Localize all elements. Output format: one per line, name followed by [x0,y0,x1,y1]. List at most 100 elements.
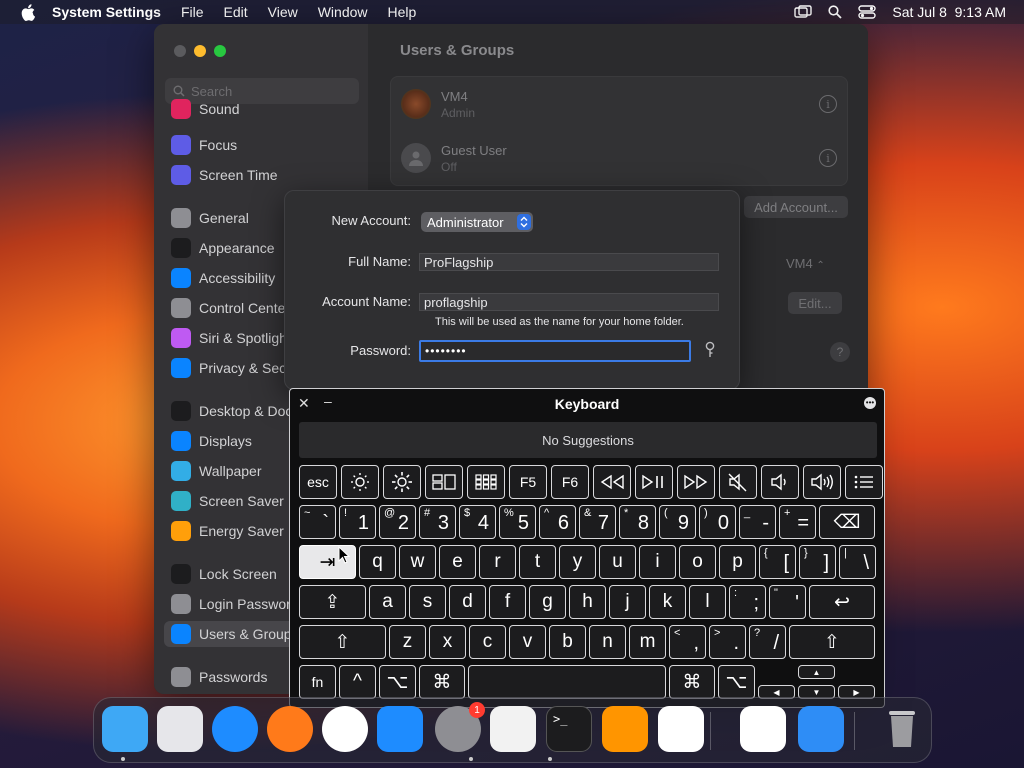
arrow-up-key[interactable]: ▲ [798,665,835,679]
right-command-key[interactable]: ⌘ [669,665,715,699]
key-9[interactable]: (9 [659,505,696,539]
key-2[interactable]: @2 [379,505,416,539]
edit-button[interactable]: Edit... [788,292,842,314]
textedit-icon[interactable] [490,706,536,752]
apple-menu-icon[interactable] [18,2,38,22]
menu-app-name[interactable]: System Settings [52,4,161,20]
key-h[interactable]: h [569,585,606,619]
key-7[interactable]: & 7 [579,505,616,539]
key-o[interactable]: o [679,545,716,579]
menu-file[interactable]: File [181,4,204,20]
weather-icon[interactable] [798,706,844,752]
key-c[interactable]: c [469,625,506,659]
help-button[interactable]: ? [830,342,850,362]
firefox-icon[interactable] [267,706,313,752]
finder-icon[interactable] [102,706,148,752]
play-pause-icon[interactable] [635,465,673,499]
key-sym-2[interactable]: ? / [749,625,786,659]
key-a[interactable]: a [369,585,406,619]
launchpad-icon[interactable] [467,465,505,499]
system-settings-icon[interactable]: 1 [435,702,485,752]
key-f5[interactable]: F5 [509,465,547,499]
space-bar[interactable] [468,665,666,699]
key-5[interactable]: % 5 [499,505,536,539]
control-key[interactable]: ^ [339,665,376,699]
key-y[interactable]: y [559,545,596,579]
key-punct-0[interactable]: :; [729,585,766,619]
mission-control-icon[interactable] [425,465,463,499]
info-icon[interactable]: i [819,149,837,167]
brightness-down-icon[interactable] [341,465,379,499]
account-name-field[interactable]: proflagship [419,293,719,311]
key-q[interactable]: q [359,545,396,579]
key-f6[interactable]: F6 [551,465,589,499]
key-bracket-2[interactable]: | \ [839,545,876,579]
key-6[interactable]: ^ 6 [539,505,576,539]
delete-key[interactable]: ⌫ [819,505,875,539]
menu-window[interactable]: Window [318,4,368,20]
user-row-vm4[interactable]: VM4 Admin i [391,77,847,131]
key-m[interactable]: m [629,625,666,659]
fn-key[interactable]: fn [299,665,336,699]
vscode-icon[interactable] [658,706,704,752]
right-option-key[interactable]: ⌥ [718,665,755,699]
auto-login-select[interactable]: VM4 ⌃ [786,256,825,271]
close-window-button[interactable] [174,45,186,57]
key-punct-1[interactable]: " ' [769,585,806,619]
full-name-field[interactable]: ProFlagship [419,253,719,271]
spotlight-search-icon[interactable] [828,5,843,19]
account-type-popup[interactable]: Administrator [421,212,533,232]
chrome-icon[interactable] [322,706,368,752]
trash-icon[interactable] [879,706,925,752]
key-j[interactable]: j [609,585,646,619]
left-shift-key[interactable]: ⇧ [299,625,386,659]
info-icon[interactable]: i [819,95,837,113]
menu-clock[interactable]: Sat Jul 8 9:13 AM [892,4,1006,20]
screen-mirroring-icon[interactable] [794,5,813,19]
more-options-icon[interactable]: ••• [864,397,876,409]
key-d[interactable]: d [449,585,486,619]
key-f[interactable]: f [489,585,526,619]
visual-studio-icon[interactable] [740,706,786,752]
key-u[interactable]: u [599,545,636,579]
password-field[interactable]: •••••••• [419,340,691,362]
garageband-icon[interactable] [602,706,648,752]
key-t[interactable]: t [519,545,556,579]
zoom-window-button[interactable] [214,45,226,57]
minimize-window-button[interactable] [194,45,206,57]
mute-icon[interactable] [719,465,757,499]
key-sym-1[interactable]: >. [709,625,746,659]
menu-view[interactable]: View [268,4,298,20]
key-v[interactable]: v [509,625,546,659]
launchpad-icon[interactable] [157,706,203,752]
key-3[interactable]: #3 [419,505,456,539]
fast-forward-icon[interactable] [677,465,715,499]
key-e[interactable]: e [439,545,476,579]
return-key[interactable]: ↩ [809,585,875,619]
key-s[interactable]: s [409,585,446,619]
key-z[interactable]: z [389,625,426,659]
control-center-icon[interactable] [858,5,877,19]
safari-icon[interactable] [212,706,258,752]
volume-up-icon[interactable] [803,465,841,499]
sidebar-item-sound[interactable]: Sound [164,96,364,122]
key--[interactable]: _ - [739,505,776,539]
key-n[interactable]: n [589,625,626,659]
volume-down-icon[interactable] [761,465,799,499]
key-bracket-1[interactable]: }] [799,545,836,579]
key-=[interactable]: + = [779,505,816,539]
key-g[interactable]: g [529,585,566,619]
sidebar-item-focus[interactable]: Focus [164,132,364,158]
app-store-icon[interactable] [377,706,423,752]
key-0[interactable]: ) 0 [699,505,736,539]
brightness-up-icon[interactable] [383,465,421,499]
key-x[interactable]: x [429,625,466,659]
key-i[interactable]: i [639,545,676,579]
key-b[interactable]: b [549,625,586,659]
menu-edit[interactable]: Edit [224,4,248,20]
key-l[interactable]: l [689,585,726,619]
key-w[interactable]: w [399,545,436,579]
key-r[interactable]: r [479,545,516,579]
key-k[interactable]: k [649,585,686,619]
key-`[interactable]: ~ ` [299,505,336,539]
